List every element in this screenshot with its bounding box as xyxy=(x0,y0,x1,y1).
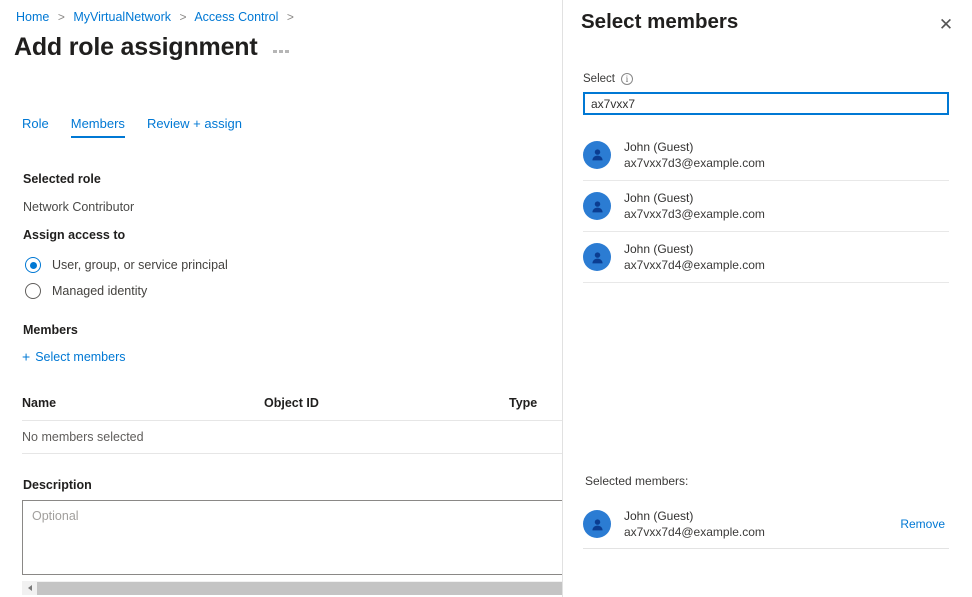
add-role-assignment-blade: Home > MyVirtualNetwork > Access Control… xyxy=(0,0,562,597)
person-info: John (Guest) ax7vxx7d3@example.com xyxy=(624,140,765,170)
tab-list: Role Members Review + assign xyxy=(22,116,242,138)
description-textarea-wrapper[interactable]: Optional xyxy=(22,500,562,575)
person-info: John (Guest) ax7vxx7d3@example.com xyxy=(624,191,765,221)
person-email: ax7vxx7d3@example.com xyxy=(624,207,765,221)
horizontal-scrollbar[interactable] xyxy=(22,581,562,595)
person-info: John (Guest) ax7vxx7d4@example.com xyxy=(624,242,765,272)
search-results-list: John (Guest) ax7vxx7d3@example.com John … xyxy=(583,129,949,283)
breadcrumb-separator: > xyxy=(58,10,65,24)
list-divider xyxy=(583,548,949,549)
person-email: ax7vxx7d4@example.com xyxy=(624,258,765,272)
table-row-empty: No members selected xyxy=(22,421,562,453)
breadcrumb-item-myvirtualnetwork[interactable]: MyVirtualNetwork xyxy=(73,10,171,24)
description-placeholder: Optional xyxy=(23,501,562,531)
selected-role-heading: Selected role xyxy=(23,172,101,186)
radio-option-managed-identity[interactable]: Managed identity xyxy=(25,278,228,304)
list-divider xyxy=(583,282,949,283)
ellipsis-icon[interactable] xyxy=(271,45,291,59)
remove-member-button[interactable]: Remove xyxy=(900,517,949,531)
close-icon[interactable]: ✕ xyxy=(934,12,958,36)
selected-members-list: John (Guest) ax7vxx7d4@example.com Remov… xyxy=(583,500,949,549)
list-item[interactable]: John (Guest) ax7vxx7d3@example.com xyxy=(583,180,949,231)
list-item[interactable]: John (Guest) ax7vxx7d4@example.com xyxy=(583,231,949,282)
ellipsis-dot xyxy=(285,50,289,54)
selected-members-heading: Selected members: xyxy=(585,474,688,488)
person-name: John (Guest) xyxy=(624,140,765,154)
person-email: ax7vxx7d3@example.com xyxy=(624,156,765,170)
radio-option-user-group-service-principal[interactable]: User, group, or service principal xyxy=(25,252,228,278)
column-header-name: Name xyxy=(22,396,264,410)
list-item: John (Guest) ax7vxx7d4@example.com Remov… xyxy=(583,500,949,548)
user-avatar-icon xyxy=(583,243,611,271)
column-header-object-id: Object ID xyxy=(264,396,509,410)
ellipsis-dot xyxy=(279,50,283,54)
list-item[interactable]: John (Guest) ax7vxx7d3@example.com xyxy=(583,129,949,180)
assign-access-heading: Assign access to xyxy=(23,228,125,242)
ellipsis-dot xyxy=(273,50,277,54)
select-members-button[interactable]: + Select members xyxy=(22,350,126,364)
breadcrumb-item-access-control[interactable]: Access Control xyxy=(194,10,278,24)
select-members-label: Select members xyxy=(35,350,125,364)
select-field-label: Select xyxy=(583,73,615,85)
person-name: John (Guest) xyxy=(624,242,765,256)
table-divider xyxy=(22,453,562,454)
tab-members[interactable]: Members xyxy=(71,116,125,138)
breadcrumb-item-home[interactable]: Home xyxy=(16,10,49,24)
panel-title: Select members xyxy=(581,10,738,34)
person-name: John (Guest) xyxy=(624,191,765,205)
person-email: ax7vxx7d4@example.com xyxy=(624,525,765,539)
members-table: Name Object ID Type No members selected xyxy=(22,396,562,454)
user-avatar-icon xyxy=(583,510,611,538)
page-title: Add role assignment xyxy=(14,33,257,62)
user-avatar-icon xyxy=(583,141,611,169)
radio-indicator-checked[interactable] xyxy=(25,257,41,273)
member-search-input[interactable] xyxy=(583,92,949,115)
breadcrumb-separator: > xyxy=(180,10,187,24)
radio-indicator-unchecked[interactable] xyxy=(25,283,41,299)
scrollbar-thumb[interactable] xyxy=(37,582,562,595)
radio-label: Managed identity xyxy=(52,284,147,298)
select-members-panel: Select members ✕ Select i John (Guest) a… xyxy=(563,0,972,597)
table-header-row: Name Object ID Type xyxy=(22,396,562,420)
person-name: John (Guest) xyxy=(624,509,765,523)
assign-access-radio-group: User, group, or service principal Manage… xyxy=(25,252,228,304)
plus-icon: + xyxy=(22,350,30,364)
app-root: Home > MyVirtualNetwork > Access Control… xyxy=(0,0,972,597)
user-avatar-icon xyxy=(583,192,611,220)
selected-role-value: Network Contributor xyxy=(23,200,134,214)
radio-label: User, group, or service principal xyxy=(52,258,228,272)
breadcrumb: Home > MyVirtualNetwork > Access Control… xyxy=(16,10,299,24)
select-field-label-row: Select i xyxy=(583,73,633,85)
empty-members-message: No members selected xyxy=(22,430,144,444)
breadcrumb-separator: > xyxy=(287,10,294,24)
person-info: John (Guest) ax7vxx7d4@example.com xyxy=(624,509,765,539)
description-heading: Description xyxy=(23,478,92,492)
tab-review-assign[interactable]: Review + assign xyxy=(147,116,242,138)
scroll-left-arrow-icon[interactable] xyxy=(22,581,37,595)
members-heading: Members xyxy=(23,323,78,337)
column-header-type: Type xyxy=(509,396,562,410)
tab-role[interactable]: Role xyxy=(22,116,49,138)
info-icon[interactable]: i xyxy=(621,73,633,85)
page-title-row: Add role assignment xyxy=(14,33,291,62)
